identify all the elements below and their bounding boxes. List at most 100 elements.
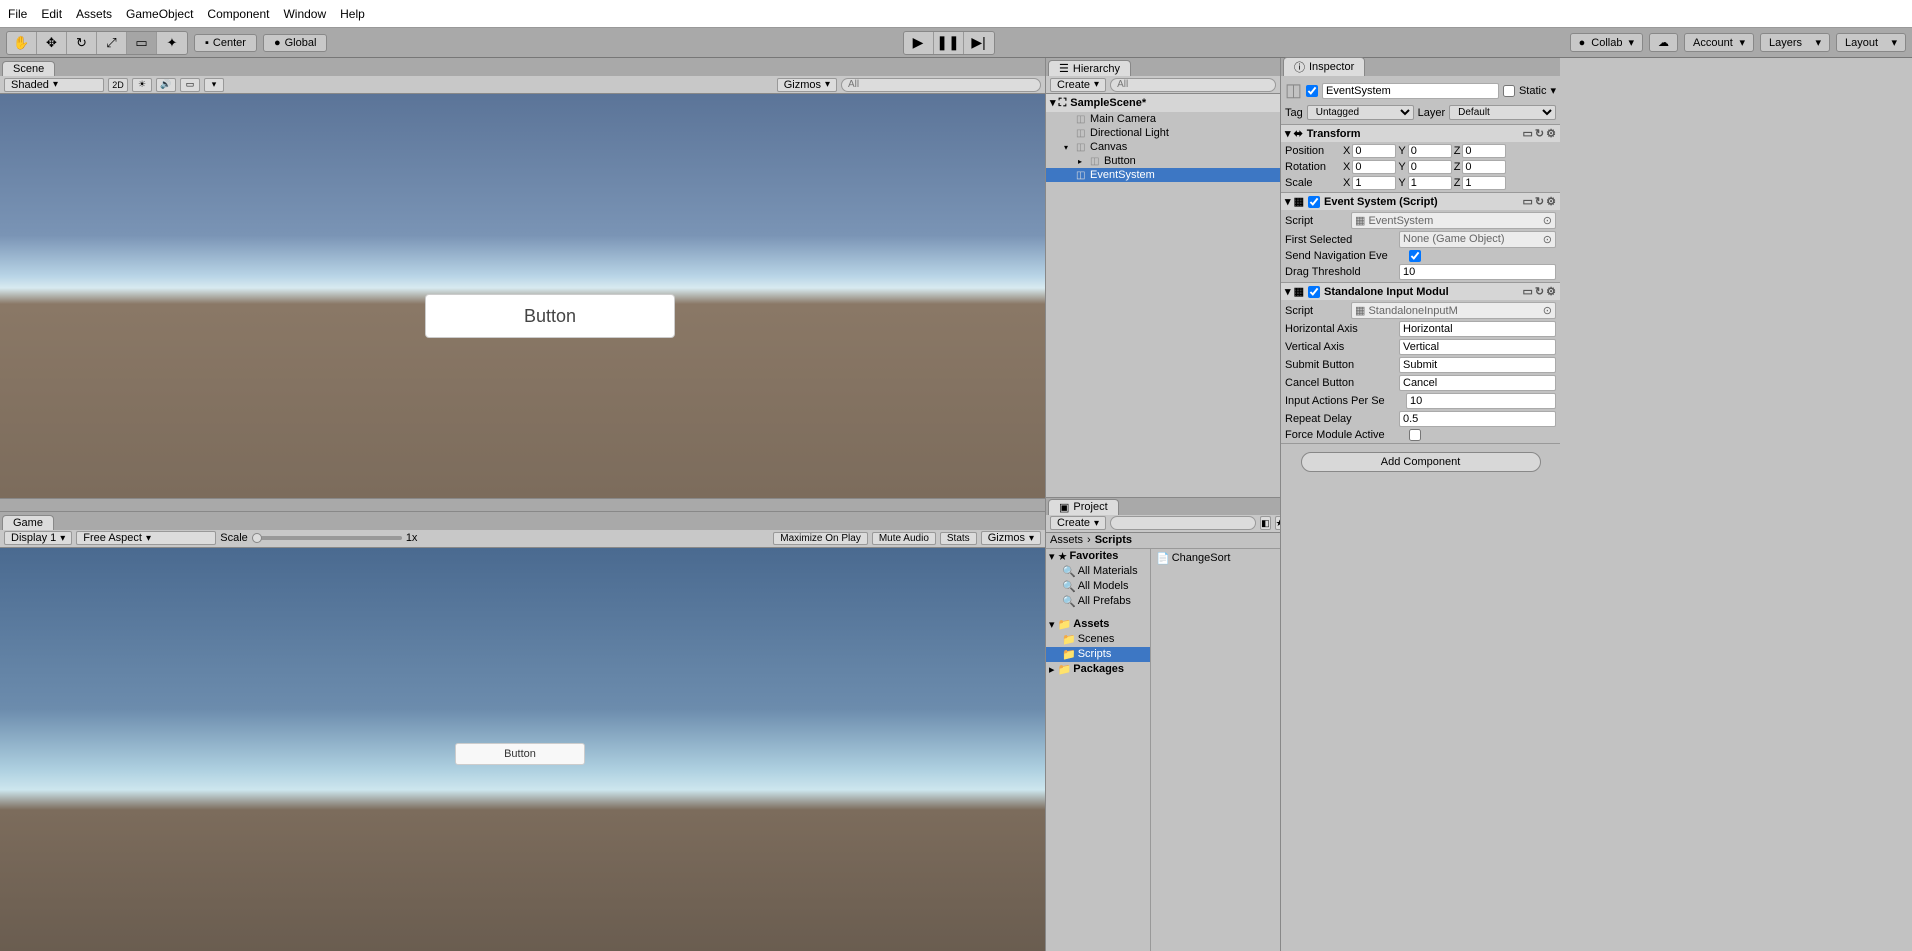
local-global-toggle[interactable]: ● Global <box>263 34 327 52</box>
pause-button[interactable]: ❚❚ <box>934 32 964 54</box>
hierarchy-item-light[interactable]: ◫Directional Light <box>1046 126 1280 140</box>
fav-all-prefabs[interactable]: 🔍 All Prefabs <box>1046 594 1150 609</box>
hierarchy-item-camera[interactable]: ◫Main Camera <box>1046 112 1280 126</box>
gear-icon[interactable]: ⚙ <box>1546 195 1556 208</box>
menu-help[interactable]: Help <box>340 7 365 21</box>
scale-x[interactable] <box>1352 176 1396 190</box>
reset-icon[interactable]: ↻ <box>1535 127 1544 140</box>
scale-z[interactable] <box>1462 176 1506 190</box>
rot-y[interactable] <box>1408 160 1452 174</box>
hierarchy-tab[interactable]: ☰ Hierarchy <box>1048 60 1131 76</box>
inputmodule-enable[interactable] <box>1308 286 1320 298</box>
script-field-2[interactable]: ▦ StandaloneInputM⊙ <box>1351 302 1556 319</box>
rotate-tool[interactable]: ↻ <box>67 32 97 54</box>
2d-toggle[interactable]: 2D <box>108 78 128 92</box>
scale-y[interactable] <box>1408 176 1452 190</box>
account-dropdown[interactable]: Account ▾ <box>1684 33 1754 52</box>
actions-input[interactable] <box>1406 393 1556 409</box>
menu-component[interactable]: Component <box>207 7 269 21</box>
fav-all-materials[interactable]: 🔍 All Materials <box>1046 564 1150 579</box>
scene-view[interactable]: Button <box>0 94 1045 498</box>
game-canvas-button[interactable]: Button <box>455 743 585 765</box>
effects-toggle[interactable]: ▭ <box>180 78 200 92</box>
gear-icon[interactable]: ⚙ <box>1546 127 1556 140</box>
hierarchy-item-button[interactable]: ▸◫Button <box>1046 154 1280 168</box>
step-button[interactable]: ▶| <box>964 32 994 54</box>
h-axis-input[interactable] <box>1399 321 1556 337</box>
game-view[interactable]: Button <box>0 548 1045 951</box>
menu-edit[interactable]: Edit <box>41 7 62 21</box>
force-checkbox[interactable] <box>1409 429 1421 441</box>
menu-gameobject[interactable]: GameObject <box>126 7 193 21</box>
lighting-toggle[interactable]: ☀ <box>132 78 152 92</box>
drag-threshold-input[interactable] <box>1399 264 1556 280</box>
repeat-input[interactable] <box>1399 411 1556 427</box>
project-tab[interactable]: ▣ Project <box>1048 499 1119 515</box>
layers-dropdown[interactable]: Layers ▾ <box>1760 33 1830 52</box>
active-checkbox[interactable] <box>1306 85 1318 97</box>
submit-input[interactable] <box>1399 357 1556 373</box>
hierarchy-item-eventsystem[interactable]: ◫EventSystem <box>1046 168 1280 182</box>
menu-file[interactable]: File <box>8 7 27 21</box>
gear-icon[interactable]: ⚙ <box>1546 285 1556 298</box>
hierarchy-create[interactable]: Create ▾ <box>1050 78 1106 92</box>
inspector-tab[interactable]: ⓘ Inspector <box>1283 57 1365 76</box>
scene-canvas-button[interactable]: Button <box>425 294 675 338</box>
display-dropdown[interactable]: Display 1 ▾ <box>4 531 72 545</box>
scale-tool[interactable]: ⤢ <box>97 32 127 54</box>
scale-slider[interactable] <box>252 536 402 540</box>
scene-search[interactable] <box>841 78 1041 92</box>
hierarchy-scene-name[interactable]: ▾ ⛶ SampleScene* <box>1046 94 1280 112</box>
collab-dropdown[interactable]: ● Collab ▾ <box>1570 33 1643 52</box>
project-asset-changesort[interactable]: 📄 ChangeSort <box>1153 551 1278 566</box>
scene-tab[interactable]: Scene <box>2 61 55 76</box>
game-tab[interactable]: Game <box>2 515 54 530</box>
rect-tool[interactable]: ▭ <box>127 32 157 54</box>
pos-x[interactable] <box>1352 144 1396 158</box>
add-component-button[interactable]: Add Component <box>1301 452 1541 472</box>
static-checkbox[interactable] <box>1503 85 1515 97</box>
help-icon[interactable]: ▭ <box>1523 195 1533 208</box>
script-field[interactable]: ▦ EventSystem⊙ <box>1351 212 1556 229</box>
layer-dropdown[interactable]: Default <box>1449 105 1556 120</box>
assets-folder[interactable]: ▾ 📁 Assets <box>1046 617 1150 632</box>
project-filter-1[interactable]: ◧ <box>1260 516 1271 530</box>
eventsystem-enable[interactable] <box>1308 196 1320 208</box>
eventsystem-header[interactable]: ▾ ▦ Event System (Script)▭ ↻ ⚙ <box>1281 193 1560 210</box>
shading-mode-dropdown[interactable]: Shaded ▾ <box>4 78 104 92</box>
help-icon[interactable]: ▭ <box>1523 127 1533 140</box>
aspect-dropdown[interactable]: Free Aspect ▾ <box>76 531 216 545</box>
audio-toggle[interactable]: 🔊 <box>156 78 176 92</box>
menu-assets[interactable]: Assets <box>76 7 112 21</box>
favorites-folder[interactable]: ▾ ★ Favorites <box>1046 549 1150 564</box>
breadcrumb-scripts[interactable]: Scripts <box>1095 534 1132 546</box>
gameobject-name-input[interactable] <box>1322 83 1499 99</box>
hierarchy-search[interactable] <box>1110 78 1276 92</box>
gizmos-dropdown[interactable]: Gizmos ▾ <box>777 78 837 92</box>
tag-dropdown[interactable]: Untagged <box>1307 105 1414 120</box>
breadcrumb-assets[interactable]: Assets <box>1050 534 1083 546</box>
transform-header[interactable]: ▾ ⬌ Transform▭ ↻ ⚙ <box>1281 125 1560 142</box>
fav-all-models[interactable]: 🔍 All Models <box>1046 579 1150 594</box>
project-search[interactable] <box>1110 516 1256 530</box>
scripts-folder[interactable]: 📁 Scripts <box>1046 647 1150 662</box>
stats-toggle[interactable]: Stats <box>940 532 977 545</box>
help-icon[interactable]: ▭ <box>1523 285 1533 298</box>
inputmodule-header[interactable]: ▾ ▦ Standalone Input Modul▭ ↻ ⚙ <box>1281 283 1560 300</box>
play-button[interactable]: ▶ <box>904 32 934 54</box>
pivot-center-toggle[interactable]: ▪ Center <box>194 34 257 52</box>
hand-tool[interactable]: ✋ <box>7 32 37 54</box>
maximize-toggle[interactable]: Maximize On Play <box>773 532 868 545</box>
packages-folder[interactable]: ▸ 📁 Packages <box>1046 662 1150 677</box>
layout-dropdown[interactable]: Layout ▾ <box>1836 33 1906 52</box>
pos-z[interactable] <box>1462 144 1506 158</box>
reset-icon[interactable]: ↻ <box>1535 285 1544 298</box>
hierarchy-item-canvas[interactable]: ▾◫Canvas <box>1046 140 1280 154</box>
menu-window[interactable]: Window <box>283 7 326 21</box>
game-gizmos-dropdown[interactable]: Gizmos ▾ <box>981 531 1041 545</box>
cancel-input[interactable] <box>1399 375 1556 391</box>
reset-icon[interactable]: ↻ <box>1535 195 1544 208</box>
scenes-folder[interactable]: 📁 Scenes <box>1046 632 1150 647</box>
first-selected-field[interactable]: None (Game Object)⊙ <box>1399 231 1556 248</box>
cloud-button[interactable]: ☁ <box>1649 33 1678 52</box>
